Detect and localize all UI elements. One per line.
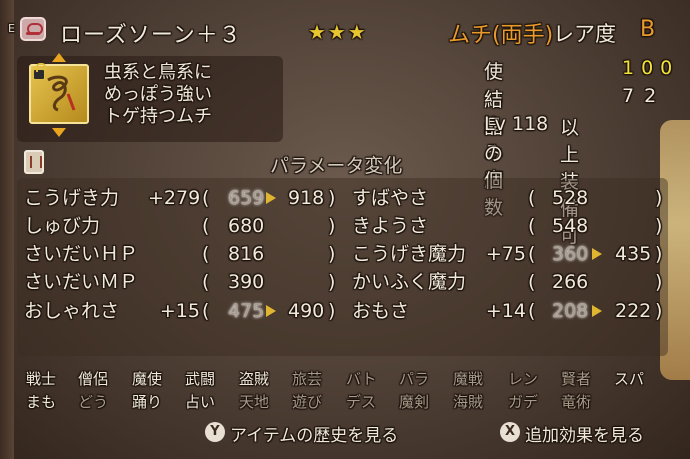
item-header: E ローズソーン＋３ ★★★ ムチ(両手) レア度 B	[0, 0, 690, 50]
close-paren: )	[655, 243, 663, 265]
job-label: 天地	[239, 393, 270, 411]
job-label: ガデ	[508, 393, 539, 411]
job-label: スパ	[614, 370, 645, 388]
parameter-name: きようさ	[352, 215, 429, 237]
book-icon	[24, 150, 44, 174]
job-label: レン	[508, 370, 539, 388]
job-label: まも	[26, 393, 57, 411]
parameter-current: 528	[552, 187, 589, 209]
y-button-icon[interactable]: Y	[205, 422, 225, 442]
job-label: 魔剣	[399, 393, 430, 411]
open-paren: (	[528, 271, 536, 293]
usage-value: 100	[622, 57, 680, 79]
description-line: めっぽう強い	[104, 84, 212, 105]
job-label: 竜術	[561, 393, 592, 411]
job-label: デス	[346, 393, 377, 411]
parameter-new: 222	[615, 300, 652, 322]
parameter-name: おもさ	[352, 300, 410, 322]
rarity-value: B	[640, 17, 656, 42]
description-line: トゲ持つムチ	[104, 106, 212, 127]
x-button-icon[interactable]: X	[500, 422, 520, 442]
close-paren: )	[655, 300, 663, 322]
crystal-value: 72	[622, 85, 667, 107]
parameter-current: 266	[552, 271, 589, 293]
parameter-current: 548	[552, 215, 589, 237]
parameter-name: かいふく魔力	[352, 271, 467, 293]
extra-effect-button[interactable]: 追加効果を見る	[525, 421, 644, 446]
level-prefix: Lv	[484, 113, 506, 135]
job-label: 武闘	[185, 370, 216, 388]
job-label: 占い	[185, 393, 216, 411]
whip-glyph-icon	[47, 75, 76, 112]
parameter-name: すばやさ	[352, 187, 429, 209]
parameter-name: こうげき魔力	[352, 243, 467, 265]
job-equip-grid: 戦士 僧侶 魔使 武闘 盗賊 旅芸 バト パラ 魔戦 レン 賢者 スパまも どう 踊り 占い 天地 遊び デス 魔剣…	[20, 368, 670, 418]
description-line: 虫系と鳥系に	[104, 62, 212, 83]
change-arrow-icon	[592, 305, 602, 317]
parameter-new: 435	[615, 243, 652, 265]
parameter-row: かいふく魔力 (266)	[0, 268, 690, 296]
job-label: パラ	[399, 370, 430, 388]
job-label: 遊び	[292, 393, 323, 411]
armor-category-icon	[20, 17, 46, 41]
item-name: ローズソーン＋３	[60, 23, 242, 48]
job-label: 賢者	[561, 370, 592, 388]
open-paren: (	[528, 300, 536, 322]
job-label: 盗賊	[239, 370, 270, 388]
parameter-row: すばやさ (528)	[0, 184, 690, 212]
previous-item-arrow-icon[interactable]	[52, 53, 66, 62]
open-paren: (	[528, 215, 536, 237]
parameter-row: こうげき魔力 +75(360 435)	[0, 240, 690, 268]
close-paren: )	[655, 215, 663, 237]
parameter-current: 360	[552, 243, 589, 265]
parameter-current: 208	[552, 300, 589, 322]
open-paren: (	[528, 187, 536, 209]
next-item-arrow-icon[interactable]	[52, 128, 66, 137]
level-value: 118	[512, 113, 549, 135]
parameter-title: パラメータ変化	[270, 155, 403, 177]
item-history-button[interactable]: アイテムの歴史を見る	[230, 421, 398, 446]
star-rating: ★★★	[308, 20, 368, 44]
job-label: 旅芸	[292, 370, 323, 388]
rarity-label: レア度	[553, 22, 616, 46]
job-label: 僧侶	[78, 370, 109, 388]
item-description: 虫系と鳥系に めっぽう強い トゲ持つムチ	[104, 62, 212, 128]
job-label: 戦士	[26, 370, 57, 388]
close-paren: )	[655, 271, 663, 293]
equipment-detail-screen: E ローズソーン＋３ ★★★ ムチ(両手) レア度 B 虫系と鳥系に めっぽう強…	[0, 0, 690, 459]
job-label: 魔戦	[453, 370, 484, 388]
job-label: バト	[346, 370, 377, 388]
job-label: 魔使	[132, 370, 163, 388]
change-arrow-icon	[592, 248, 602, 260]
job-label: 海賊	[453, 393, 484, 411]
job-label: 踊り	[132, 393, 163, 411]
parameter-row: きようさ (548)	[0, 212, 690, 240]
parameter-delta: +14	[485, 300, 526, 322]
weapon-type: ムチ(両手)	[448, 23, 554, 48]
parameter-delta: +75	[485, 243, 526, 265]
close-paren: )	[655, 187, 663, 209]
parameter-row: おもさ +14(208 222)	[0, 297, 690, 325]
equipped-marker: E	[8, 22, 15, 35]
open-paren: (	[528, 243, 536, 265]
job-label: どう	[78, 393, 109, 411]
